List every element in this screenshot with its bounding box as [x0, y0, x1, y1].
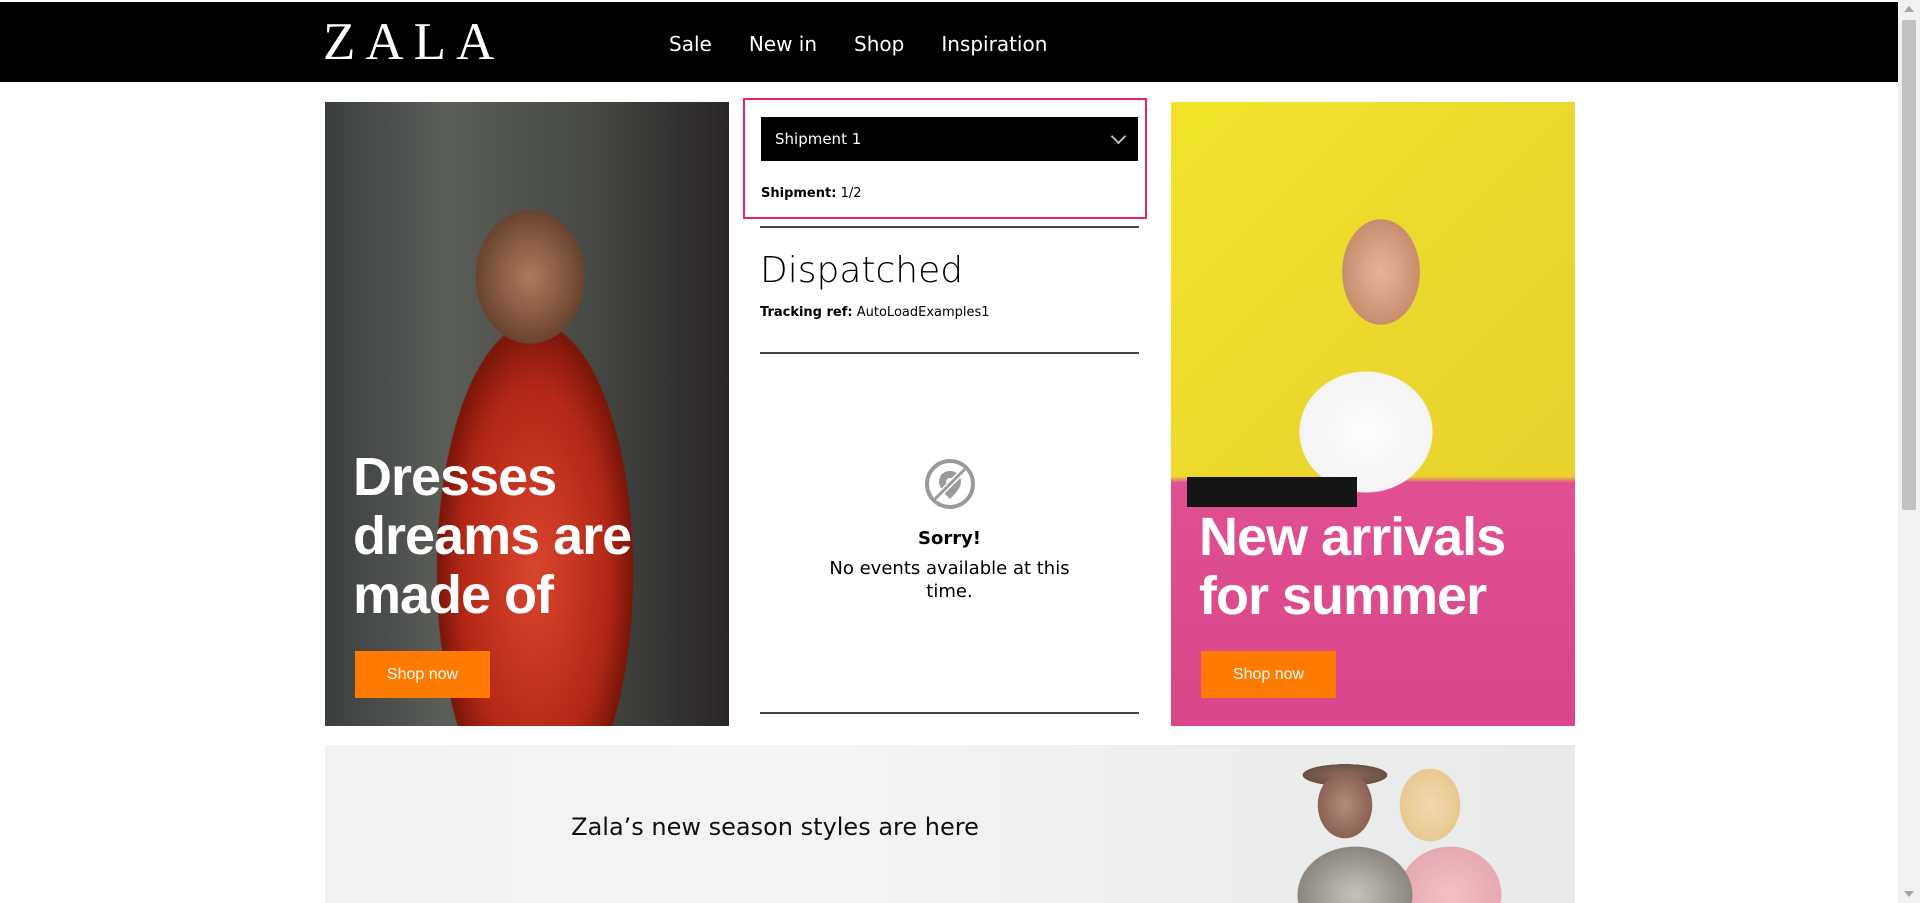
no-events-title: Sorry!: [917, 528, 982, 549]
brand-logo[interactable]: ZALA: [323, 12, 504, 72]
site-header: ZALA Sale New in Shop Inspiration: [0, 2, 1898, 82]
scroll-up-arrow-icon[interactable]: [1904, 6, 1914, 12]
divider: [760, 352, 1139, 354]
season-banner[interactable]: Zala’s new season styles are here: [325, 745, 1575, 903]
shipment-status: Dispatched: [760, 250, 964, 291]
no-events-message: Sorry! No events available at this time.: [760, 458, 1139, 603]
promo-image-detail: [1187, 477, 1357, 507]
scroll-thumb[interactable]: [1902, 20, 1916, 510]
divider: [760, 226, 1139, 228]
page-scrollbar[interactable]: [1898, 0, 1920, 903]
promo-dresses[interactable]: Dresses dreams are made of Shop now: [325, 102, 729, 726]
shipment-selector-panel: Shipment 1 Shipment: 1/2: [743, 98, 1147, 219]
no-events-text: No events available at this time.: [829, 558, 1070, 602]
tracking-ref-label: Tracking ref:: [760, 305, 853, 320]
scroll-down-arrow-icon[interactable]: [1904, 891, 1914, 897]
shipment-count-value: 1/2: [840, 186, 862, 201]
chevron-down-icon: [1110, 128, 1127, 144]
shop-now-button[interactable]: Shop now: [1201, 651, 1336, 698]
location-off-icon: [924, 459, 975, 509]
tracking-ref-value: AutoLoadExamples1: [856, 305, 990, 320]
shipment-count: Shipment: 1/2: [761, 186, 861, 201]
main-nav: Sale New in Shop Inspiration: [669, 30, 1084, 58]
shipment-select[interactable]: Shipment 1: [761, 117, 1138, 161]
banner-headline: Zala’s new season styles are here: [571, 813, 979, 841]
shipment-select-value: Shipment 1: [775, 130, 862, 148]
promo-headline: New arrivals for summer: [1199, 507, 1506, 626]
nav-item-inspiration[interactable]: Inspiration: [941, 30, 1047, 58]
nav-item-shop[interactable]: Shop: [854, 30, 904, 58]
banner-image: [1255, 745, 1575, 903]
shop-now-button[interactable]: Shop now: [355, 651, 490, 698]
divider: [760, 712, 1139, 714]
shipment-count-label: Shipment:: [761, 186, 837, 201]
nav-item-sale[interactable]: Sale: [669, 30, 712, 58]
nav-item-new-in[interactable]: New in: [749, 30, 817, 58]
tracking-ref: Tracking ref: AutoLoadExamples1: [760, 305, 990, 320]
promo-new-arrivals[interactable]: New arrivals for summer Shop now: [1171, 102, 1575, 726]
promo-headline: Dresses dreams are made of: [353, 447, 632, 625]
